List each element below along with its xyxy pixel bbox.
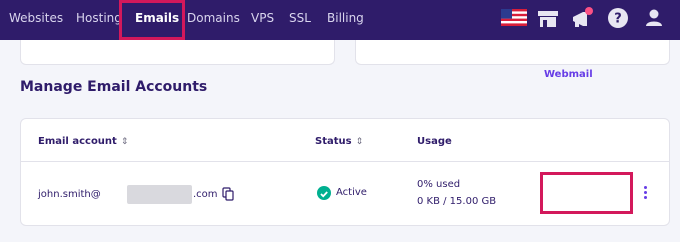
email-suffix: .com [193, 189, 218, 200]
copy-icon[interactable] [222, 187, 234, 201]
webmail-button[interactable]: Webmail [544, 69, 593, 80]
us-flag-icon[interactable] [501, 9, 527, 26]
email-prefix: john.smith@ [38, 189, 101, 200]
overview-card-left [20, 40, 335, 65]
more-options-icon[interactable] [642, 186, 648, 200]
nav-vps[interactable]: VPS [251, 10, 274, 26]
section-title: Manage Email Accounts [20, 79, 208, 95]
kebab-dot [643, 186, 647, 189]
status-text: Active [336, 187, 367, 198]
nav-hosting[interactable]: Hosting [76, 10, 122, 26]
header-status[interactable]: Status ⇕ [315, 136, 363, 147]
webmail-highlight [540, 172, 633, 214]
nav-billing[interactable]: Billing [327, 10, 364, 26]
kebab-dot [643, 191, 647, 194]
table-divider [21, 161, 669, 162]
header-email-label: Email account [38, 136, 117, 147]
nav-domains[interactable]: Domains [187, 10, 240, 26]
nav-websites[interactable]: Websites [9, 10, 63, 26]
active-status-icon [317, 186, 331, 200]
header-usage: Usage [417, 136, 452, 147]
sort-icon[interactable]: ⇕ [121, 137, 129, 147]
overview-card-right [355, 40, 670, 65]
nav-ssl[interactable]: SSL [289, 10, 311, 26]
help-icon[interactable]: ? [607, 7, 629, 29]
sort-icon[interactable]: ⇕ [356, 137, 364, 147]
user-icon[interactable] [643, 7, 665, 29]
check-icon [320, 191, 328, 198]
header-email-account[interactable]: Email account ⇕ [38, 136, 128, 147]
usage-amount: 0 KB / 15.00 GB [417, 196, 497, 207]
megaphone-icon[interactable] [570, 6, 596, 30]
svg-text:?: ? [614, 12, 622, 27]
kebab-dot [643, 196, 647, 199]
header-status-label: Status [315, 136, 352, 147]
usage-percent: 0% used [417, 179, 461, 190]
store-icon[interactable] [537, 9, 559, 29]
top-navigation-bar: Websites Hosting Emails Domains VPS SSL … [0, 0, 680, 40]
emails-tab-highlight [119, 0, 185, 40]
email-redacted [127, 185, 192, 204]
